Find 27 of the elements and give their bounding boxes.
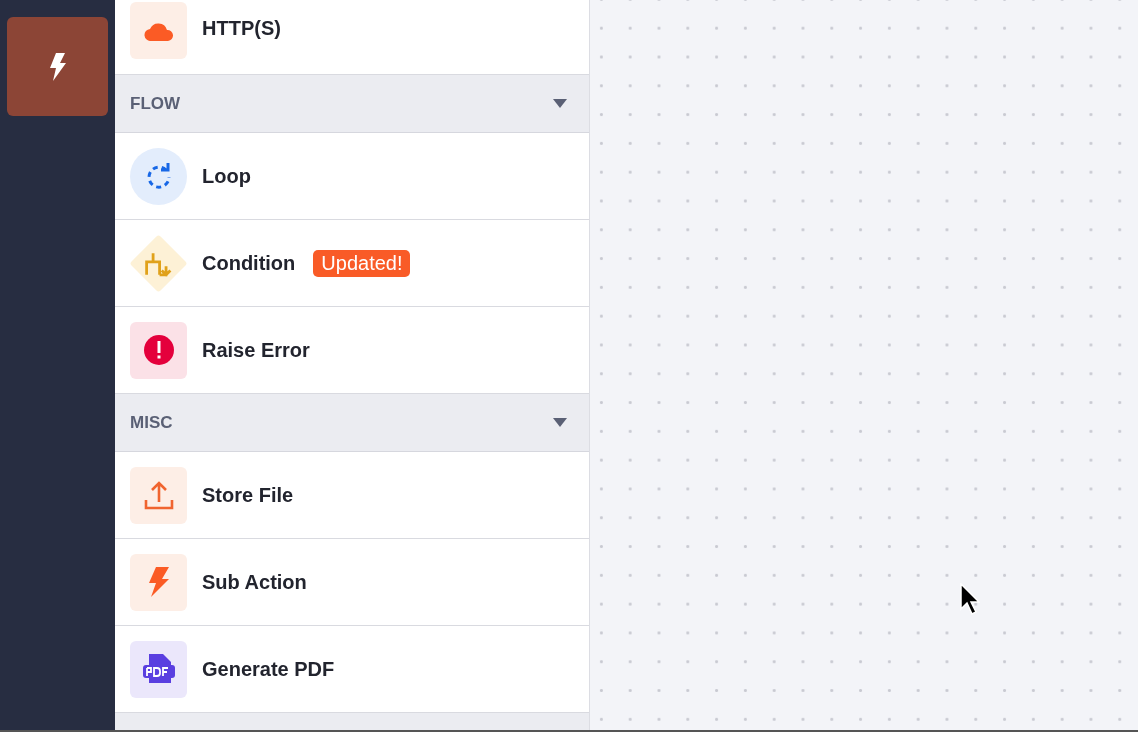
tile-icon bbox=[130, 553, 187, 611]
action-label: Generate PDF bbox=[202, 657, 335, 681]
action-item[interactable]: Loop bbox=[115, 133, 589, 220]
action-label: HTTP(S) bbox=[202, 17, 281, 40]
section-header[interactable] bbox=[115, 713, 589, 730]
cursor-icon bbox=[960, 583, 980, 615]
action-label: Condition bbox=[202, 251, 296, 275]
tile-icon bbox=[130, 321, 187, 379]
section-title: MISC bbox=[130, 412, 173, 433]
section-header[interactable]: MISC bbox=[115, 394, 589, 452]
tile-icon bbox=[130, 640, 187, 698]
section-header[interactable]: FLOW bbox=[115, 75, 589, 133]
tile-icon bbox=[130, 2, 187, 59]
section-title: FLOW bbox=[130, 93, 181, 114]
action-item[interactable]: Store File bbox=[115, 452, 589, 539]
action-label: Loop bbox=[202, 164, 251, 188]
tile-icon bbox=[130, 466, 187, 524]
action-item[interactable]: Condition Updated! bbox=[115, 220, 589, 307]
lightning-icon bbox=[48, 52, 67, 81]
action-label: Sub Action bbox=[202, 570, 307, 594]
action-label: Store File bbox=[202, 483, 294, 507]
dotted-canvas[interactable] bbox=[590, 0, 1138, 730]
updated-badge: Updated! bbox=[313, 249, 411, 277]
action-label: Raise Error bbox=[202, 338, 310, 362]
actions-button[interactable] bbox=[7, 17, 108, 116]
circle-icon bbox=[130, 147, 187, 205]
action-item[interactable]: Sub Action bbox=[115, 539, 589, 626]
